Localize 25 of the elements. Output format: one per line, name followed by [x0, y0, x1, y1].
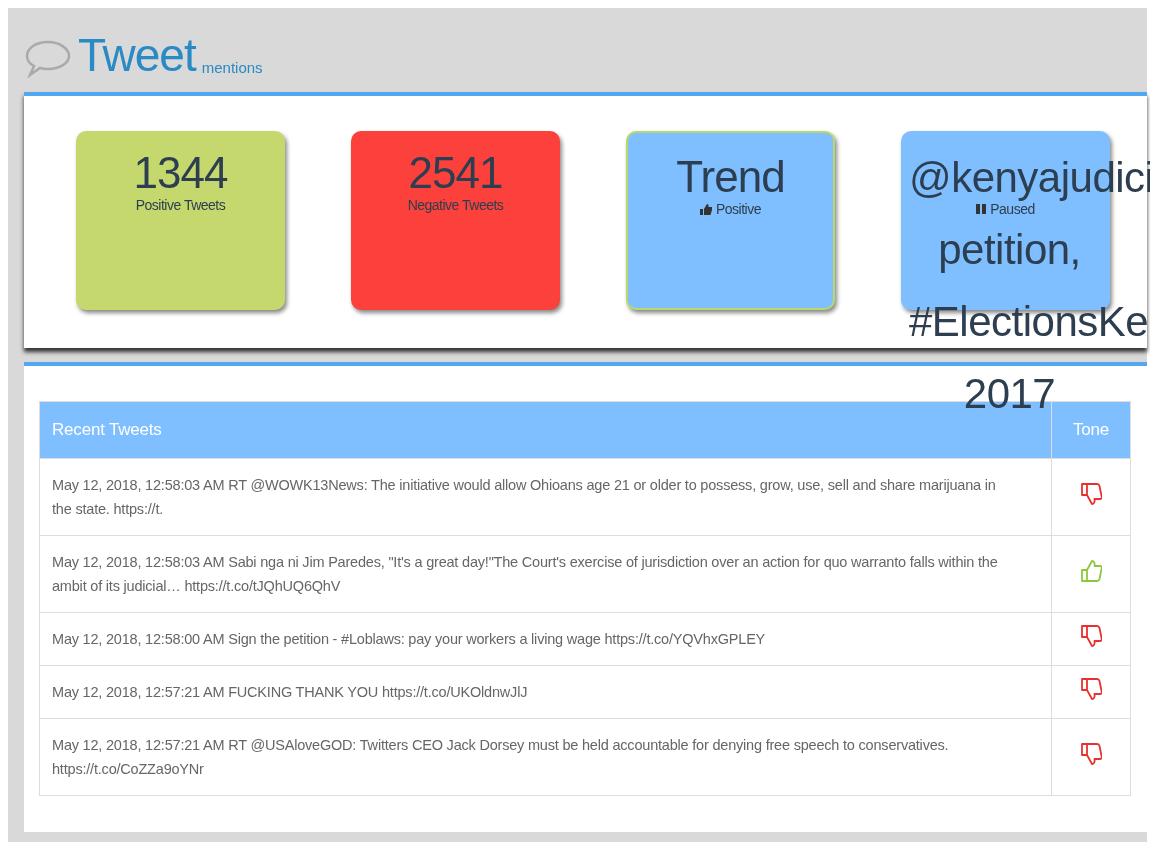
stat-label: Paused: [990, 201, 1035, 217]
topic-text: #ElectionsKe: [908, 298, 1149, 346]
thumbs-down-icon: [1080, 741, 1102, 766]
stat-value: Trend: [675, 153, 786, 201]
column-header: Tone: [1051, 401, 1131, 459]
thumbs-up-icon: [700, 203, 712, 215]
page-title: Tweet: [78, 32, 196, 78]
stat-label: Positive: [716, 201, 761, 217]
thumbs-down-icon: [1080, 481, 1102, 506]
tweet-text: May 12, 2018, 12:57:21 AM FUCKING THANK YOU https://t.co/UKOldnwJlJ: [39, 665, 1052, 719]
stat-value: 1344: [132, 149, 229, 197]
pause-icon: [976, 204, 987, 214]
tweet-text: May 12, 2018, 12:58:03 AM RT @WOWK13News: The initiative would allow Ohioans age 21 or older to possess, grow, use, sell and share marijuana in the state. https://t.: [39, 458, 1052, 536]
thumbs-down-icon: [1080, 676, 1102, 701]
thumbs-up-icon: [1080, 558, 1102, 583]
tweet-text: May 12, 2018, 12:58:00 AM Sign the petition - #Loblaws: pay your workers a living wage https://t.co/YQVhxGPLEY: [39, 612, 1052, 666]
stat-label: Negative Tweets: [406, 197, 505, 213]
topic-text: petition,: [937, 226, 1081, 274]
stat-label: Positive Tweets: [134, 197, 227, 213]
tweet-text: May 12, 2018, 12:58:03 AM Sabi nga ni Jim Paredes, "It's a great day!"The Court's exercise of jurisdiction over an action for quo warranto falls within the ambit of its judicial… https://t.co/tJQhUQ6QhV: [39, 535, 1052, 613]
tweet-text: May 12, 2018, 12:57:21 AM RT @USAloveGOD: Twitters CEO Jack Dorsey must be held accountable for denying free speech to conservatives. https://t.co/CoZZa9oYNr: [39, 718, 1052, 796]
speech-bubble-icon: [24, 38, 72, 78]
stat-value: 2541: [407, 149, 504, 197]
thumbs-down-icon: [1080, 623, 1102, 648]
page-subtitle: mentions: [201, 59, 263, 76]
